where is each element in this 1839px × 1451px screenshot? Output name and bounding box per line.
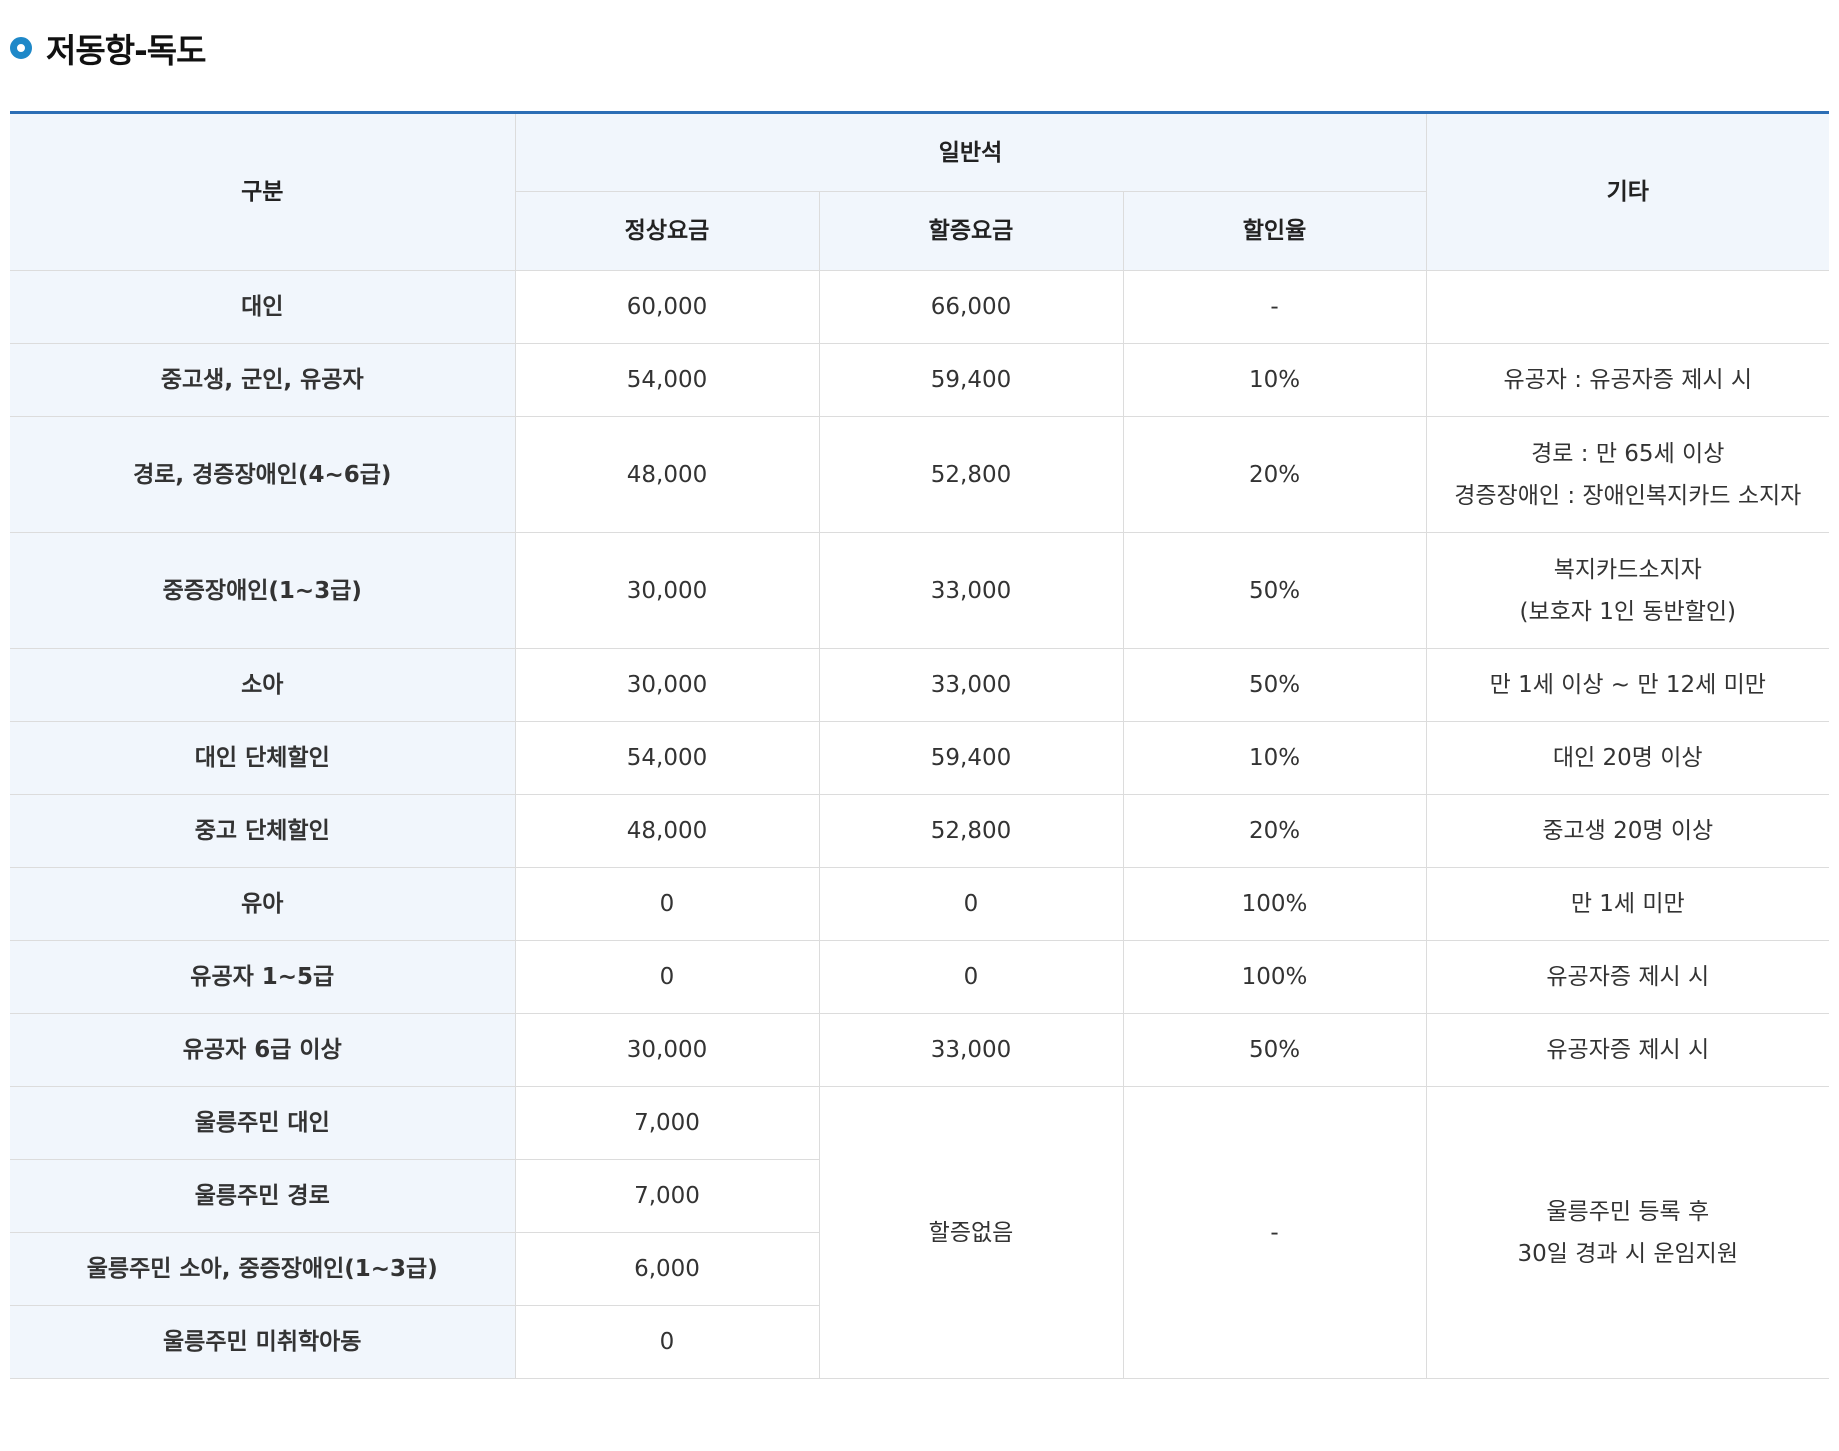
regular-fare-cell: 7,000 <box>514 1086 820 1160</box>
note-line: 만 1세 이상 ~ 만 12세 미만 <box>1489 672 1766 698</box>
discount-rate-cell: 10% <box>1122 721 1427 795</box>
resident-surcharge-cell: 할증없음 <box>818 1086 1124 1379</box>
table-row: 유공자 1~5급 0 0 100% 유공자증 제시 시 <box>10 940 1830 1014</box>
table-row: 유아 0 0 100% 만 1세 미만 <box>10 867 1830 941</box>
category-cell: 소아 <box>10 648 516 722</box>
regular-fare-cell: 30,000 <box>514 1013 820 1087</box>
note-line: 30일 경과 시 운임지원 <box>1517 1240 1738 1267</box>
category-cell: 유아 <box>10 867 516 941</box>
regular-fare-cell: 48,000 <box>514 794 820 868</box>
discount-rate-cell: 50% <box>1122 1013 1427 1087</box>
note-cell: 복지카드소지자 (보호자 1인 동반할인) <box>1425 532 1830 649</box>
table-row: 유공자 6급 이상 30,000 33,000 50% 유공자증 제시 시 <box>10 1013 1830 1087</box>
resident-note-cell: 울릉주민 등록 후 30일 경과 시 운임지원 <box>1425 1086 1830 1379</box>
discount-rate-cell: 20% <box>1122 794 1427 868</box>
table-row: 대인 단체할인 54,000 59,400 10% 대인 20명 이상 <box>10 721 1830 795</box>
note-line: 울릉주민 등록 후 <box>1546 1198 1710 1225</box>
note-line: (보호자 1인 동반할인) <box>1519 598 1736 625</box>
category-cell: 울릉주민 경로 <box>10 1159 516 1233</box>
header-category: 구분 <box>10 112 516 271</box>
surcharge-fare-cell: 0 <box>818 940 1124 1014</box>
table-row: 중고 단체할인 48,000 52,800 20% 중고생 20명 이상 <box>10 794 1830 868</box>
note-cell: 유공자증 제시 시 <box>1425 1013 1830 1087</box>
note-cell: 만 1세 미만 <box>1425 867 1830 941</box>
category-cell: 경로, 경증장애인(4~6급) <box>10 416 516 533</box>
note-cell: 유공자증 제시 시 <box>1425 940 1830 1014</box>
note-line: 복지카드소지자 <box>1553 556 1702 583</box>
category-cell: 유공자 1~5급 <box>10 940 516 1014</box>
surcharge-fare-cell: 52,800 <box>818 794 1124 868</box>
circle-bullet-icon <box>10 37 32 59</box>
note-line: 경증장애인 : 장애인복지카드 소지자 <box>1454 482 1802 509</box>
category-cell: 중고 단체할인 <box>10 794 516 868</box>
note-cell: 중고생 20명 이상 <box>1425 794 1830 868</box>
header-row-top: 구분 일반석 기타 <box>10 112 1830 271</box>
fare-table-body: 대인 60,000 66,000- 중고생, 군인, 유공자 54,000 59,400 1… <box>10 270 1830 1379</box>
surcharge-fare-cell: 0 <box>818 867 1124 941</box>
page-title: 저동항-독도 <box>46 31 206 70</box>
table-row: 소아 30,000 33,000 50% 만 1세 이상 ~ 만 12세 미만 <box>10 648 1830 722</box>
regular-fare-cell: 6,000 <box>514 1232 819 1306</box>
header-etc: 기타 <box>1425 112 1830 271</box>
discount-rate-cell: 10% <box>1122 343 1427 417</box>
table-row: 중증장애인(1~3급) 30,000 33,000 50% 복지카드소지자 (보호자 1인… <box>10 532 1830 649</box>
surcharge-fare-cell: 52,800 <box>818 416 1124 533</box>
header-general-seat: 일반석 <box>514 112 1427 192</box>
note-cell: 만 1세 이상 ~ 만 12세 미만 <box>1425 648 1830 722</box>
category-cell: 대인 <box>10 270 516 344</box>
resident-row: 울릉주민 대인 7,000 할증없음 - 울릉주민 등록 후 30일 경과 시 운임지원 <box>10 1086 1830 1379</box>
note-line: 유공자 : 유공자증 제시 시 <box>1503 367 1753 393</box>
surcharge-fare-cell: 33,000 <box>818 648 1124 722</box>
note-line: 경로 : 만 65세 이상 <box>1531 440 1725 467</box>
surcharge-fare-cell: 59,400 <box>818 343 1124 417</box>
regular-fare-cell: 54,000 <box>514 721 820 795</box>
note-cell: 대인 20명 이상 <box>1425 721 1830 795</box>
note-cell <box>1425 270 1830 344</box>
section-header: 저동항-독도 <box>10 24 206 72</box>
discount-rate-cell: 50% <box>1122 648 1427 722</box>
fare-table: 구분 일반석 기타 정상요금 할증요금 할인율 대인 60,000 66,000- 중… <box>10 111 1830 1379</box>
note-line: 대인 20명 이상 <box>1552 745 1703 771</box>
regular-fare-cell: 0 <box>514 940 820 1014</box>
surcharge-fare-cell: 33,000 <box>818 532 1124 649</box>
note-line: 유공자증 제시 시 <box>1546 964 1710 990</box>
regular-fare-cell: 48,000 <box>514 416 820 533</box>
discount-rate-cell: - <box>1122 270 1427 344</box>
regular-fare-cell: 60,000 <box>514 270 820 344</box>
category-cell: 중증장애인(1~3급) <box>10 532 516 649</box>
note-cell: 유공자 : 유공자증 제시 시 <box>1425 343 1830 417</box>
discount-rate-cell: 100% <box>1122 867 1427 941</box>
header-surcharge-fare: 할증요금 <box>818 191 1124 271</box>
surcharge-fare-cell: 33,000 <box>818 1013 1124 1087</box>
regular-fare-cell: 0 <box>514 867 820 941</box>
resident-discount-cell: - <box>1122 1086 1427 1379</box>
table-row: 대인 60,000 66,000- <box>10 270 1830 344</box>
category-cell: 중고생, 군인, 유공자 <box>10 343 516 417</box>
note-cell: 경로 : 만 65세 이상경증장애인 : 장애인복지카드 소지자 <box>1425 416 1830 533</box>
category-cell: 대인 단체할인 <box>10 721 516 795</box>
surcharge-fare-cell: 66,000 <box>818 270 1124 344</box>
category-cell: 유공자 6급 이상 <box>10 1013 516 1087</box>
header-discount-rate: 할인율 <box>1122 191 1427 271</box>
discount-rate-cell: 20% <box>1122 416 1427 533</box>
regular-fare-cell: 7,000 <box>514 1159 819 1233</box>
note-line: 유공자증 제시 시 <box>1546 1037 1710 1063</box>
table-row: 중고생, 군인, 유공자 54,000 59,400 10% 유공자 : 유공자증 제시… <box>10 343 1830 417</box>
note-line: 중고생 20명 이상 <box>1542 818 1714 844</box>
discount-rate-cell: 50% <box>1122 532 1427 649</box>
regular-fare-cell: 0 <box>514 1305 819 1379</box>
table-row: 경로, 경증장애인(4~6급) 48,000 52,800 20% 경로 : 만 65세… <box>10 416 1830 533</box>
regular-fare-cell: 54,000 <box>514 343 820 417</box>
regular-fare-cell: 30,000 <box>514 532 820 649</box>
regular-fare-cell: 30,000 <box>514 648 820 722</box>
note-line: 만 1세 미만 <box>1570 891 1685 917</box>
surcharge-fare-cell: 59,400 <box>818 721 1124 795</box>
category-cell: 울릉주민 대인 <box>10 1086 516 1160</box>
category-cell: 울릉주민 소아, 중증장애인(1~3급) <box>10 1232 516 1306</box>
header-regular-fare: 정상요금 <box>515 191 820 271</box>
discount-rate-cell: 100% <box>1122 940 1427 1014</box>
category-cell: 울릉주민 미취학아동 <box>10 1305 516 1379</box>
